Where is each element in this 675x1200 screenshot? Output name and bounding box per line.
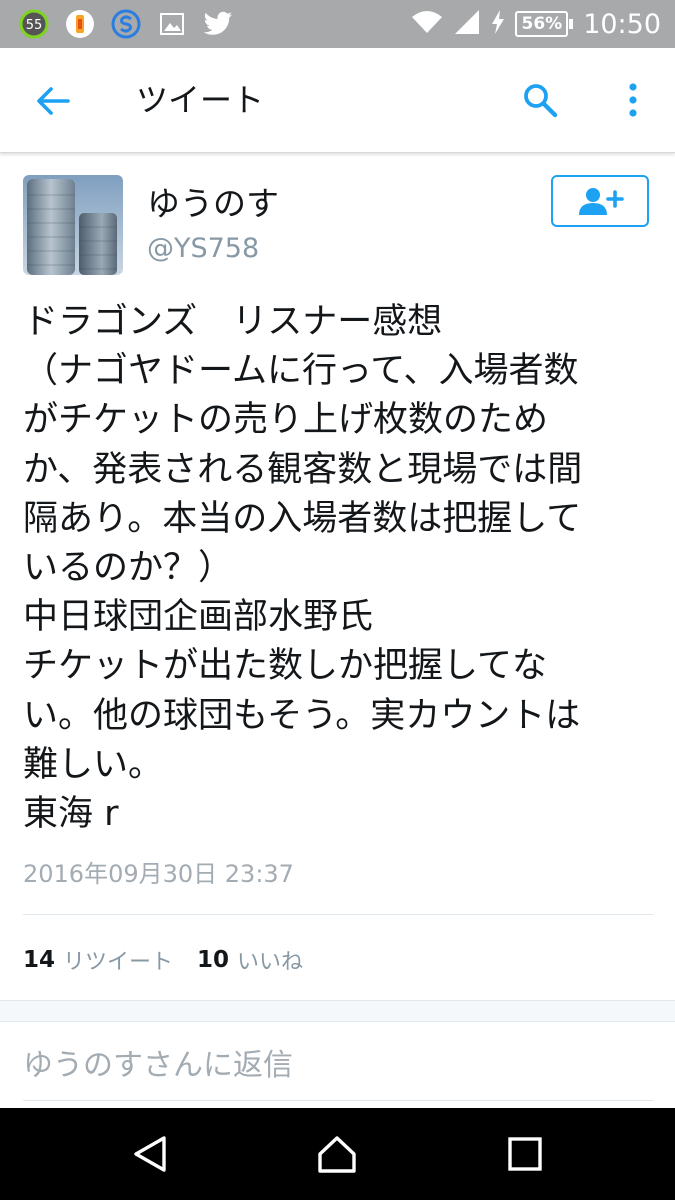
follow-button[interactable] — [551, 175, 649, 227]
search-button[interactable] — [518, 78, 562, 122]
nav-back-button[interactable] — [130, 1134, 170, 1174]
system-nav-bar — [0, 1108, 675, 1200]
retweet-count[interactable]: 14 — [23, 947, 55, 973]
avatar-image — [23, 175, 123, 275]
retweet-label[interactable]: リツイート — [63, 944, 173, 976]
image-icon — [156, 8, 188, 40]
more-options-button[interactable] — [614, 78, 652, 122]
system-status: 56% 10:50 — [411, 6, 661, 42]
s-app-icon — [110, 8, 142, 40]
back-arrow-icon — [37, 87, 70, 115]
more-vertical-icon — [629, 83, 637, 117]
page-title: ツイート — [136, 81, 265, 119]
tweet-text: ドラゴンズ リスナー感想 （ナゴヤドームに行って、入場者数 がチケットの売り上げ… — [23, 302, 583, 835]
nav-recents-icon — [508, 1137, 542, 1171]
avatar[interactable] — [23, 175, 123, 275]
nav-back-icon — [134, 1136, 166, 1172]
user-name[interactable]: ゆうのす — [147, 182, 279, 226]
wifi-icon — [411, 9, 443, 39]
app-notification-icon — [64, 8, 96, 40]
back-button[interactable] — [30, 78, 76, 124]
reply-input[interactable]: ゆうのすさんに返信 — [23, 1045, 293, 1087]
charging-icon — [491, 10, 505, 38]
status-bar: 55 56% 10:50 — [0, 0, 675, 48]
clock: 10:50 — [583, 8, 661, 40]
section-separator — [0, 1000, 675, 1022]
reply-underline — [23, 1100, 653, 1101]
notification-icons: 55 — [18, 8, 234, 40]
badge-55-icon: 55 — [18, 8, 50, 40]
battery-level: 56% — [515, 11, 569, 37]
signal-icon — [453, 8, 481, 40]
add-user-icon — [579, 188, 624, 215]
twitter-bird-icon — [202, 8, 234, 40]
like-count[interactable]: 10 — [197, 947, 229, 973]
svg-text:55: 55 — [26, 18, 43, 33]
nav-recents-button[interactable] — [505, 1134, 545, 1174]
battery-icon: 56% — [515, 11, 574, 37]
user-handle[interactable]: @YS758 — [147, 232, 259, 266]
like-label[interactable]: いいね — [237, 944, 303, 976]
search-icon — [524, 84, 558, 118]
tweet-timestamp: 2016年09月30日 23:37 — [23, 860, 294, 888]
app-bar: ツイート — [0, 48, 675, 153]
tweet-stats: 14 リツイート 10 いいね — [23, 942, 327, 978]
divider — [23, 914, 653, 915]
nav-home-icon — [318, 1136, 356, 1173]
nav-home-button[interactable] — [317, 1134, 357, 1174]
